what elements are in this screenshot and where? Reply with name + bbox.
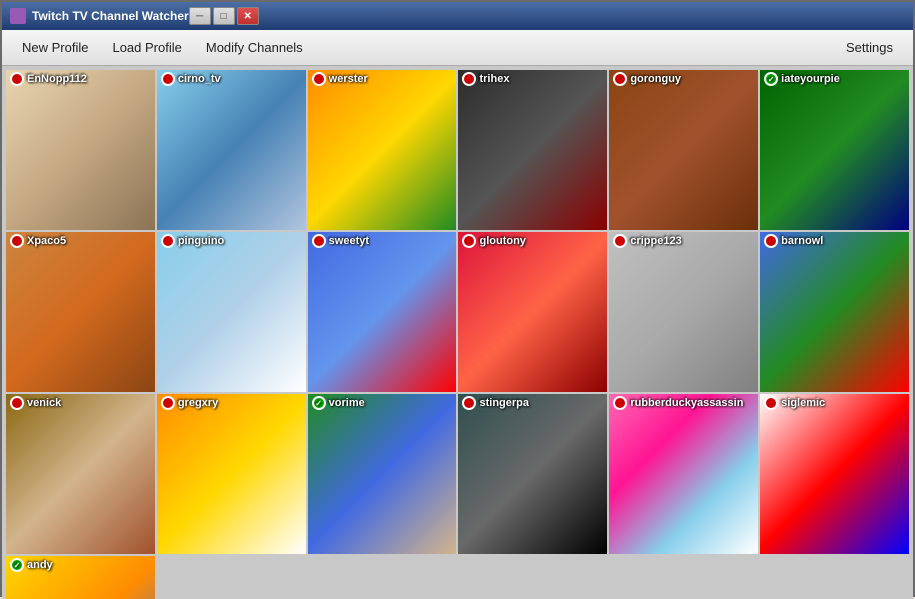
channel-thumbnail-gregxry	[157, 394, 306, 554]
channel-cell-rubberduckyassassin[interactable]: rubberduckyassassin	[609, 394, 758, 554]
channel-cell-siglemic[interactable]: siglemic	[760, 394, 909, 554]
channel-cell-xpaco5[interactable]: Xpaco5	[6, 232, 155, 392]
channel-thumbnail-barnowl	[760, 232, 909, 392]
channel-cell-werster[interactable]: werster	[308, 70, 457, 230]
channel-thumbnail-iateyourpie	[760, 70, 909, 230]
channel-thumbnail-vorime	[308, 394, 457, 554]
channel-thumbnail-stingerpa	[458, 394, 607, 554]
channel-grid: EnNopp112cirno_tvwerstertrihexgoronguyia…	[2, 66, 913, 599]
maximize-button[interactable]: □	[213, 7, 235, 25]
app-title: Twitch TV Channel Watcher	[32, 9, 189, 23]
channel-thumbnail-rubberduckyassassin	[609, 394, 758, 554]
menubar: New Profile Load Profile Modify Channels…	[2, 30, 913, 66]
channel-cell-trihex[interactable]: trihex	[458, 70, 607, 230]
modify-channels-menu-item[interactable]: Modify Channels	[194, 34, 315, 61]
app-icon	[10, 8, 26, 24]
channel-thumbnail-siglemic	[760, 394, 909, 554]
channel-cell-cirno_tv[interactable]: cirno_tv	[157, 70, 306, 230]
channel-cell-goronguy[interactable]: goronguy	[609, 70, 758, 230]
titlebar: Twitch TV Channel Watcher ─ □ ✕	[2, 2, 913, 30]
channel-cell-andy[interactable]: andy	[6, 556, 155, 599]
channel-thumbnail-crippe123	[609, 232, 758, 392]
channel-thumbnail-gloutony	[458, 232, 607, 392]
channel-thumbnail-pinguino	[157, 232, 306, 392]
titlebar-controls: ─ □ ✕	[189, 7, 259, 25]
new-profile-menu-item[interactable]: New Profile	[10, 34, 100, 61]
settings-menu-item[interactable]: Settings	[834, 34, 905, 61]
channel-cell-sweetyt[interactable]: sweetyt	[308, 232, 457, 392]
channel-thumbnail-cirno_tv	[157, 70, 306, 230]
channel-cell-venick[interactable]: venick	[6, 394, 155, 554]
channel-thumbnail-andy	[6, 556, 155, 599]
channel-thumbnail-ennopp112	[6, 70, 155, 230]
channel-cell-iateyourpie[interactable]: iateyourpie	[760, 70, 909, 230]
channel-thumbnail-werster	[308, 70, 457, 230]
channel-thumbnail-sweetyt	[308, 232, 457, 392]
channel-cell-ennopp112[interactable]: EnNopp112	[6, 70, 155, 230]
minimize-button[interactable]: ─	[189, 7, 211, 25]
channel-cell-barnowl[interactable]: barnowl	[760, 232, 909, 392]
channel-thumbnail-xpaco5	[6, 232, 155, 392]
channel-cell-gregxry[interactable]: gregxry	[157, 394, 306, 554]
channel-thumbnail-goronguy	[609, 70, 758, 230]
channel-thumbnail-venick	[6, 394, 155, 554]
channel-cell-gloutony[interactable]: gloutony	[458, 232, 607, 392]
channel-thumbnail-trihex	[458, 70, 607, 230]
channel-cell-vorime[interactable]: vorime	[308, 394, 457, 554]
channel-cell-pinguino[interactable]: pinguino	[157, 232, 306, 392]
channel-cell-crippe123[interactable]: crippe123	[609, 232, 758, 392]
close-button[interactable]: ✕	[237, 7, 259, 25]
load-profile-menu-item[interactable]: Load Profile	[100, 34, 193, 61]
channel-cell-stingerpa[interactable]: stingerpa	[458, 394, 607, 554]
